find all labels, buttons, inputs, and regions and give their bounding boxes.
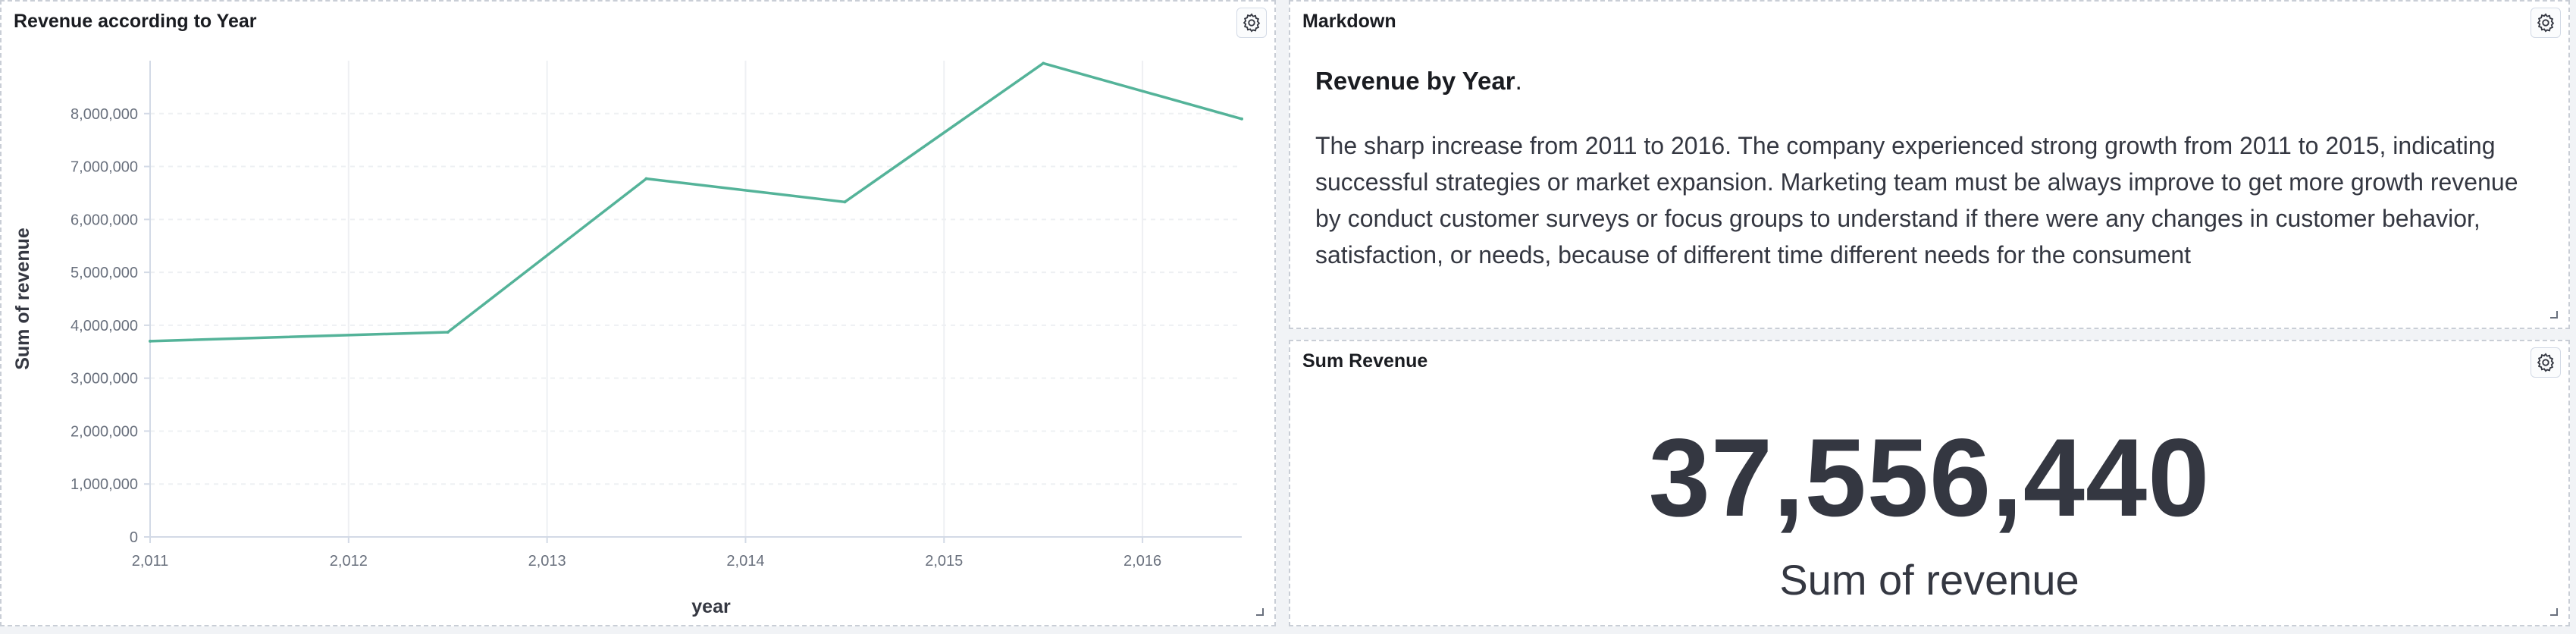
markdown-heading: Revenue by Year. bbox=[1315, 67, 1522, 96]
revenue-chart-panel: 0 1,000,000 2,000,000 3,000,000 4,000,000 5,0… bbox=[0, 0, 1276, 626]
data-point bbox=[1240, 117, 1243, 121]
y-tick-label: 8,000,000 bbox=[71, 106, 138, 123]
panel-title-revenue-chart: Revenue according to Year bbox=[14, 11, 257, 32]
metric-label: Sum of revenue bbox=[1779, 556, 2079, 604]
metric-value: 37,556,440 bbox=[1648, 416, 2211, 539]
resize-handle-icon[interactable] bbox=[1256, 608, 1264, 616]
markdown-body-text: The sharp increase from 2011 to 2016. Th… bbox=[1315, 132, 2518, 268]
y-tick-label: 7,000,000 bbox=[71, 159, 138, 176]
revenue-series-line bbox=[149, 61, 1243, 343]
panel-title-markdown: Markdown bbox=[1302, 11, 1396, 32]
resize-handle-icon[interactable] bbox=[2550, 311, 2558, 319]
data-point bbox=[644, 177, 648, 180]
resize-handle-icon[interactable] bbox=[2550, 608, 2558, 616]
data-point bbox=[843, 200, 847, 204]
gear-icon[interactable] bbox=[2531, 347, 2561, 378]
y-tick-label: 3,000,000 bbox=[71, 371, 138, 388]
y-tick-label: 4,000,000 bbox=[71, 318, 138, 334]
gear-icon[interactable] bbox=[2531, 8, 2561, 38]
x-axis-title: year bbox=[691, 596, 731, 617]
x-tick-label: 2,014 bbox=[726, 553, 764, 570]
y-tick-label: 0 bbox=[130, 529, 138, 546]
gear-icon[interactable] bbox=[1236, 8, 1267, 38]
markdown-panel: Markdown Revenue by Year. The sharp incr… bbox=[1289, 0, 2570, 329]
y-tick-label: 2,000,000 bbox=[71, 423, 138, 440]
markdown-heading-period: . bbox=[1515, 67, 1522, 95]
data-point bbox=[446, 330, 450, 334]
revenue-line-chart: 0 1,000,000 2,000,000 3,000,000 4,000,000 5,0… bbox=[12, 61, 1243, 617]
y-axis-title: Sum of revenue bbox=[12, 228, 33, 370]
data-point bbox=[149, 339, 152, 343]
y-tick-label: 6,000,000 bbox=[71, 212, 138, 228]
markdown-heading-text: Revenue by Year bbox=[1315, 67, 1515, 95]
x-tick-label: 2,013 bbox=[528, 553, 566, 570]
x-tick-label: 2,012 bbox=[330, 553, 368, 570]
y-tick-label: 5,000,000 bbox=[71, 265, 138, 281]
x-tick-label: 2,011 bbox=[132, 553, 169, 570]
x-tick-label: 2,015 bbox=[925, 553, 963, 570]
data-point bbox=[1042, 61, 1045, 65]
y-tick-label: 1,000,000 bbox=[71, 476, 138, 493]
x-tick-label: 2,016 bbox=[1123, 553, 1161, 570]
sum-revenue-panel: Sum Revenue 37,556,440 Sum of revenue bbox=[1289, 340, 2570, 626]
panel-title-sum-revenue: Sum Revenue bbox=[1302, 350, 1428, 372]
